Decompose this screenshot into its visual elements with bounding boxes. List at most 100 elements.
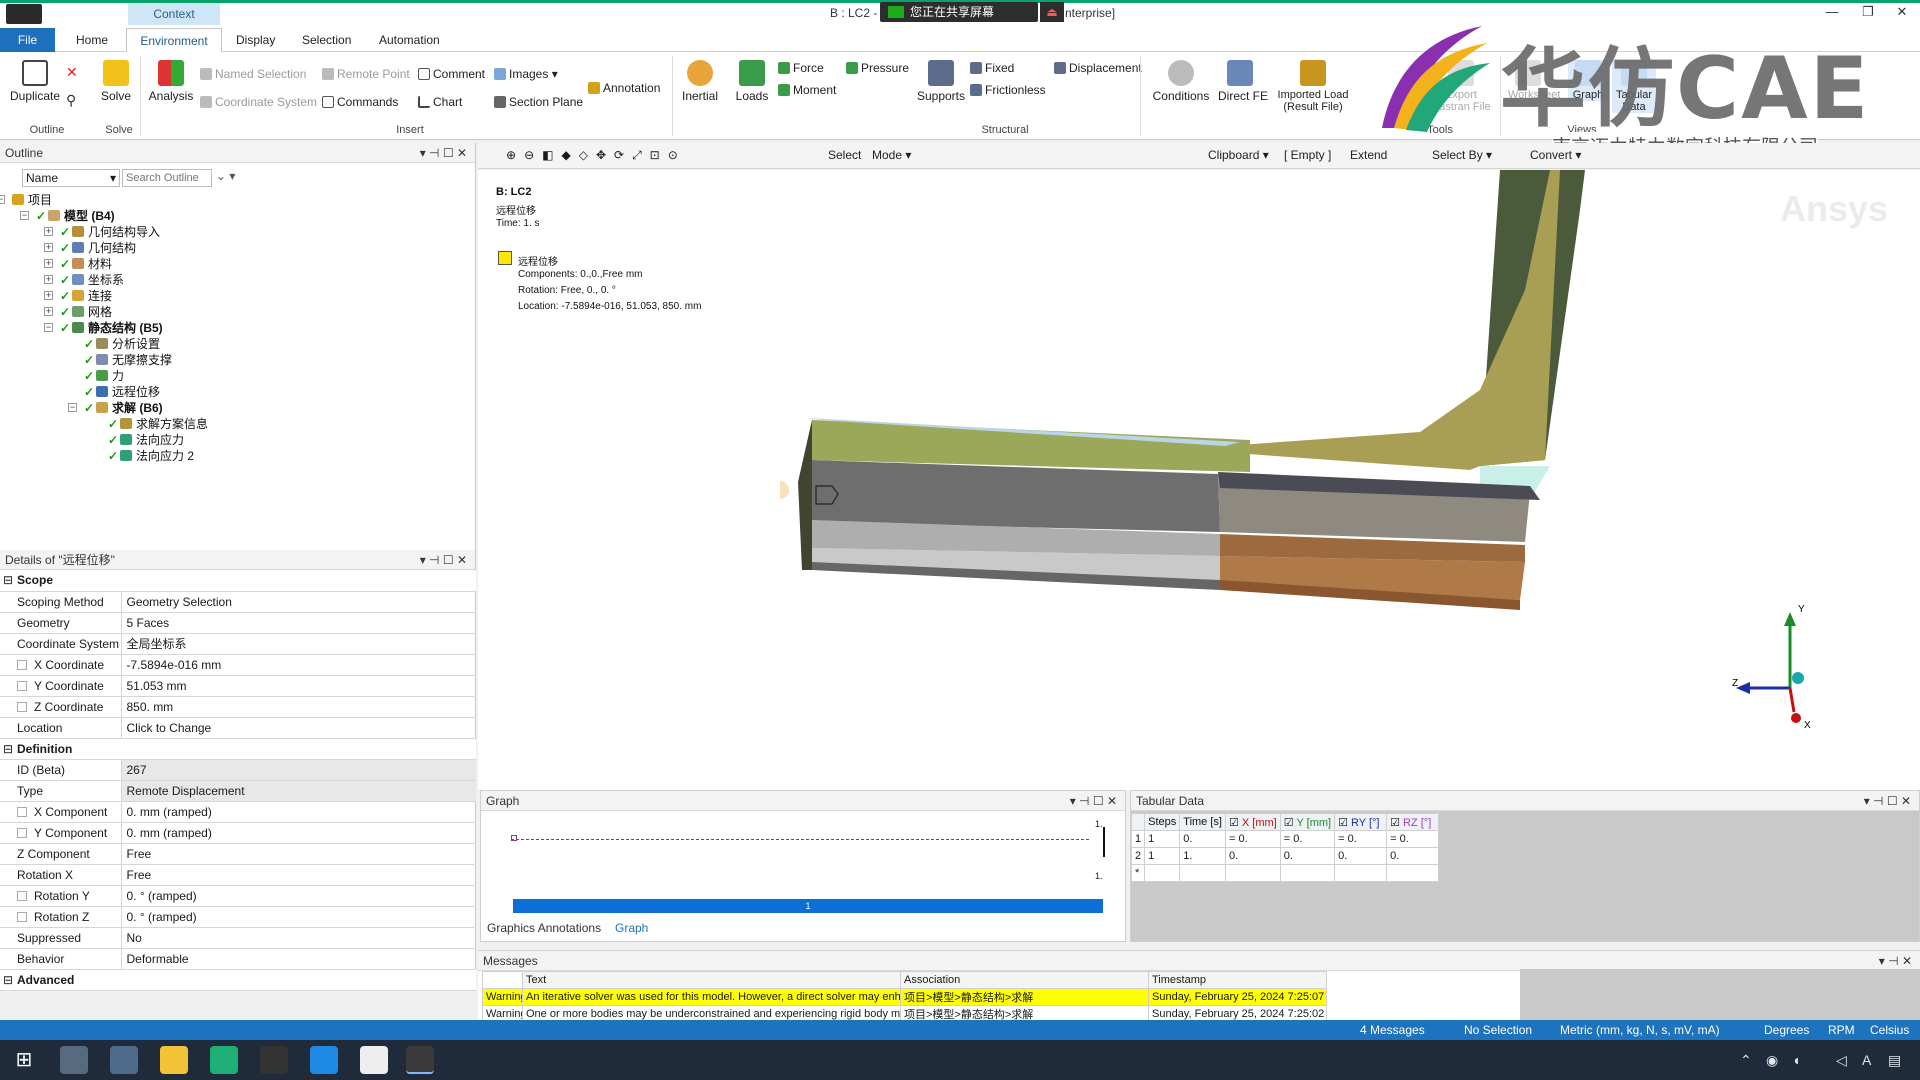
details-row[interactable]: Location Click to Change — [0, 717, 476, 739]
tab-file[interactable]: File — [0, 28, 55, 52]
details-value[interactable]: 51.053 mm — [121, 675, 476, 697]
loads-button[interactable]: Loads — [732, 60, 772, 103]
parameter-checkbox[interactable] — [17, 806, 27, 817]
tabular-cell[interactable]: = 0. — [1334, 830, 1388, 848]
panel-controls-icon[interactable]: ▾ ⊣ ☐ ✕ — [1864, 791, 1911, 811]
tabular-cell[interactable]: = 0. — [1386, 830, 1440, 848]
parameter-checkbox[interactable] — [17, 827, 27, 838]
outline-tree-item[interactable]: ✓ 法向应力 — [108, 432, 184, 448]
outline-tree-item[interactable]: ✓ 远程位移 — [84, 384, 160, 400]
tree-expander[interactable]: − — [0, 195, 5, 204]
tabular-cell[interactable]: * — [1130, 864, 1146, 882]
tabular-cell[interactable]: = 0. — [1224, 830, 1281, 848]
details-value[interactable]: -7.5894e-016 mm — [121, 654, 476, 676]
column-checkbox[interactable]: ☑ — [1390, 817, 1403, 829]
details-value[interactable]: 850. mm — [121, 696, 476, 718]
extend-button[interactable]: Extend — [1350, 148, 1387, 162]
remote-point-button[interactable]: Remote Point — [322, 67, 410, 81]
details-row[interactable]: Y Component 0. mm (ramped) — [0, 822, 476, 844]
details-row[interactable]: Y Coordinate 51.053 mm — [0, 675, 476, 697]
tabular-cell[interactable]: 0. — [1179, 830, 1226, 848]
panel-controls-icon[interactable]: ▾ ⊣ ☐ ✕ — [420, 550, 467, 570]
find-icon[interactable]: ⚲ — [66, 92, 76, 109]
messages-column-header[interactable]: Association — [900, 971, 1149, 989]
details-value[interactable]: 0. ° (ramped) — [121, 906, 476, 928]
close-button[interactable]: ✕ — [1888, 4, 1916, 24]
wireframe-icon[interactable]: ◇ — [579, 148, 588, 164]
tree-expander[interactable]: + — [44, 259, 53, 268]
microphone-icon[interactable]: ◖ — [1792, 1052, 1800, 1068]
select-by-button[interactable]: Select By ▾ — [1432, 148, 1492, 162]
tab-graph[interactable]: Graph — [615, 921, 648, 935]
tabular-column-header[interactable]: Time [s] — [1179, 813, 1226, 831]
tab-graphics-annotations[interactable]: Graphics Annotations — [487, 921, 601, 935]
tabular-cell[interactable] — [1386, 864, 1440, 882]
details-value[interactable]: Deformable — [121, 948, 476, 970]
section-collapse-icon[interactable]: ⊟ — [3, 573, 13, 587]
tabular-cell[interactable] — [1334, 864, 1388, 882]
pan-icon[interactable]: ✥ — [596, 148, 606, 164]
outline-search-input[interactable] — [122, 169, 212, 187]
messages-column-header[interactable]: Timestamp — [1148, 971, 1327, 989]
zoom-in-icon[interactable]: ⊕ — [506, 148, 516, 164]
mechanical-icon[interactable] — [406, 1046, 434, 1074]
search-options-icon[interactable]: ⌄ ▾ — [216, 169, 235, 183]
tree-expander[interactable]: − — [20, 211, 29, 220]
section-collapse-icon[interactable]: ⊟ — [3, 973, 13, 987]
model-geometry[interactable] — [780, 170, 1620, 630]
start-icon[interactable]: ⊞ — [10, 1046, 38, 1074]
outline-tree-item[interactable]: + ✓ 几何结构导入 — [44, 224, 160, 240]
solve-button[interactable]: Solve — [96, 60, 136, 103]
direct-fe-button[interactable]: Direct FE — [1218, 60, 1268, 103]
details-value[interactable]: 全局坐标系 — [121, 633, 476, 655]
details-section-label[interactable]: ⊟ Scope — [0, 570, 476, 592]
tabular-cell[interactable]: = 0. — [1279, 830, 1336, 848]
tabular-cell[interactable] — [1224, 864, 1281, 882]
tabular-cell[interactable] — [1279, 864, 1336, 882]
duplicate-button[interactable]: Duplicate — [10, 60, 60, 103]
tabular-row[interactable]: 2 1 1. 0. 0. 0. 0. — [1130, 847, 1440, 865]
axis-triad[interactable]: Y Z X — [1730, 600, 1840, 730]
details-row[interactable]: Z Component Free — [0, 843, 476, 865]
tabular-cell[interactable]: 0. — [1279, 847, 1336, 865]
tab-selection[interactable]: Selection — [290, 28, 363, 52]
calculator-icon[interactable] — [110, 1046, 138, 1074]
input-method-icon[interactable]: A — [1862, 1052, 1871, 1068]
status-temp[interactable]: Celsius — [1870, 1020, 1909, 1040]
imported-load-button[interactable]: Imported Load (Result File) — [1272, 60, 1354, 113]
outline-tree-item[interactable]: − 项目 — [0, 192, 52, 208]
delete-icon[interactable]: ✕ — [66, 64, 78, 81]
section-collapse-icon[interactable]: ⊟ — [3, 742, 13, 756]
outline-tree-item[interactable]: + ✓ 网格 — [44, 304, 112, 320]
analysis-button[interactable]: Analysis — [146, 60, 196, 103]
parameter-checkbox[interactable] — [17, 911, 27, 922]
outline-tree-item[interactable]: + ✓ 坐标系 — [44, 272, 124, 288]
wechat-icon[interactable]: ◉ — [1766, 1052, 1778, 1069]
details-row[interactable]: Suppressed No — [0, 927, 476, 949]
outline-tree-item[interactable]: ✓ 力 — [84, 368, 124, 384]
meeting-icon[interactable] — [310, 1046, 338, 1074]
clipboard-button[interactable]: Clipboard ▾ — [1208, 148, 1269, 162]
tab-home[interactable]: Home — [64, 28, 120, 52]
outline-tree-item[interactable]: ✓ 求解方案信息 — [108, 416, 208, 432]
outline-tree-item[interactable]: ✓ 分析设置 — [84, 336, 160, 352]
fixed-button[interactable]: Fixed — [970, 61, 1014, 75]
tabular-cell[interactable]: 1. — [1179, 847, 1226, 865]
panel-controls-icon[interactable]: ▾ ⊣ ☐ ✕ — [1070, 791, 1117, 811]
status-units[interactable]: Metric (mm, kg, N, s, mV, mA) — [1560, 1020, 1720, 1040]
commands-button[interactable]: Commands — [322, 95, 398, 109]
details-value[interactable]: 267 — [121, 759, 476, 781]
outline-tree-item[interactable]: − ✓ 模型 (B4) — [20, 208, 115, 224]
outline-tree-item[interactable]: + ✓ 几何结构 — [44, 240, 136, 256]
tray-chevron-icon[interactable]: ⌃ — [1740, 1052, 1752, 1069]
tabular-column-header[interactable]: ☑ Y [mm] — [1279, 813, 1336, 831]
column-checkbox[interactable]: ☑ — [1338, 817, 1351, 829]
details-row[interactable]: Rotation Z 0. ° (ramped) — [0, 906, 476, 928]
tree-expander[interactable]: − — [44, 323, 53, 332]
section-plane-button[interactable]: Section Plane — [494, 95, 583, 109]
details-row[interactable]: ID (Beta) 267 — [0, 759, 476, 781]
tabular-new-row[interactable]: * — [1130, 864, 1440, 882]
parameter-checkbox[interactable] — [17, 680, 27, 691]
details-value[interactable]: 0. mm (ramped) — [121, 822, 476, 844]
tab-environment[interactable]: Environment — [126, 28, 222, 52]
